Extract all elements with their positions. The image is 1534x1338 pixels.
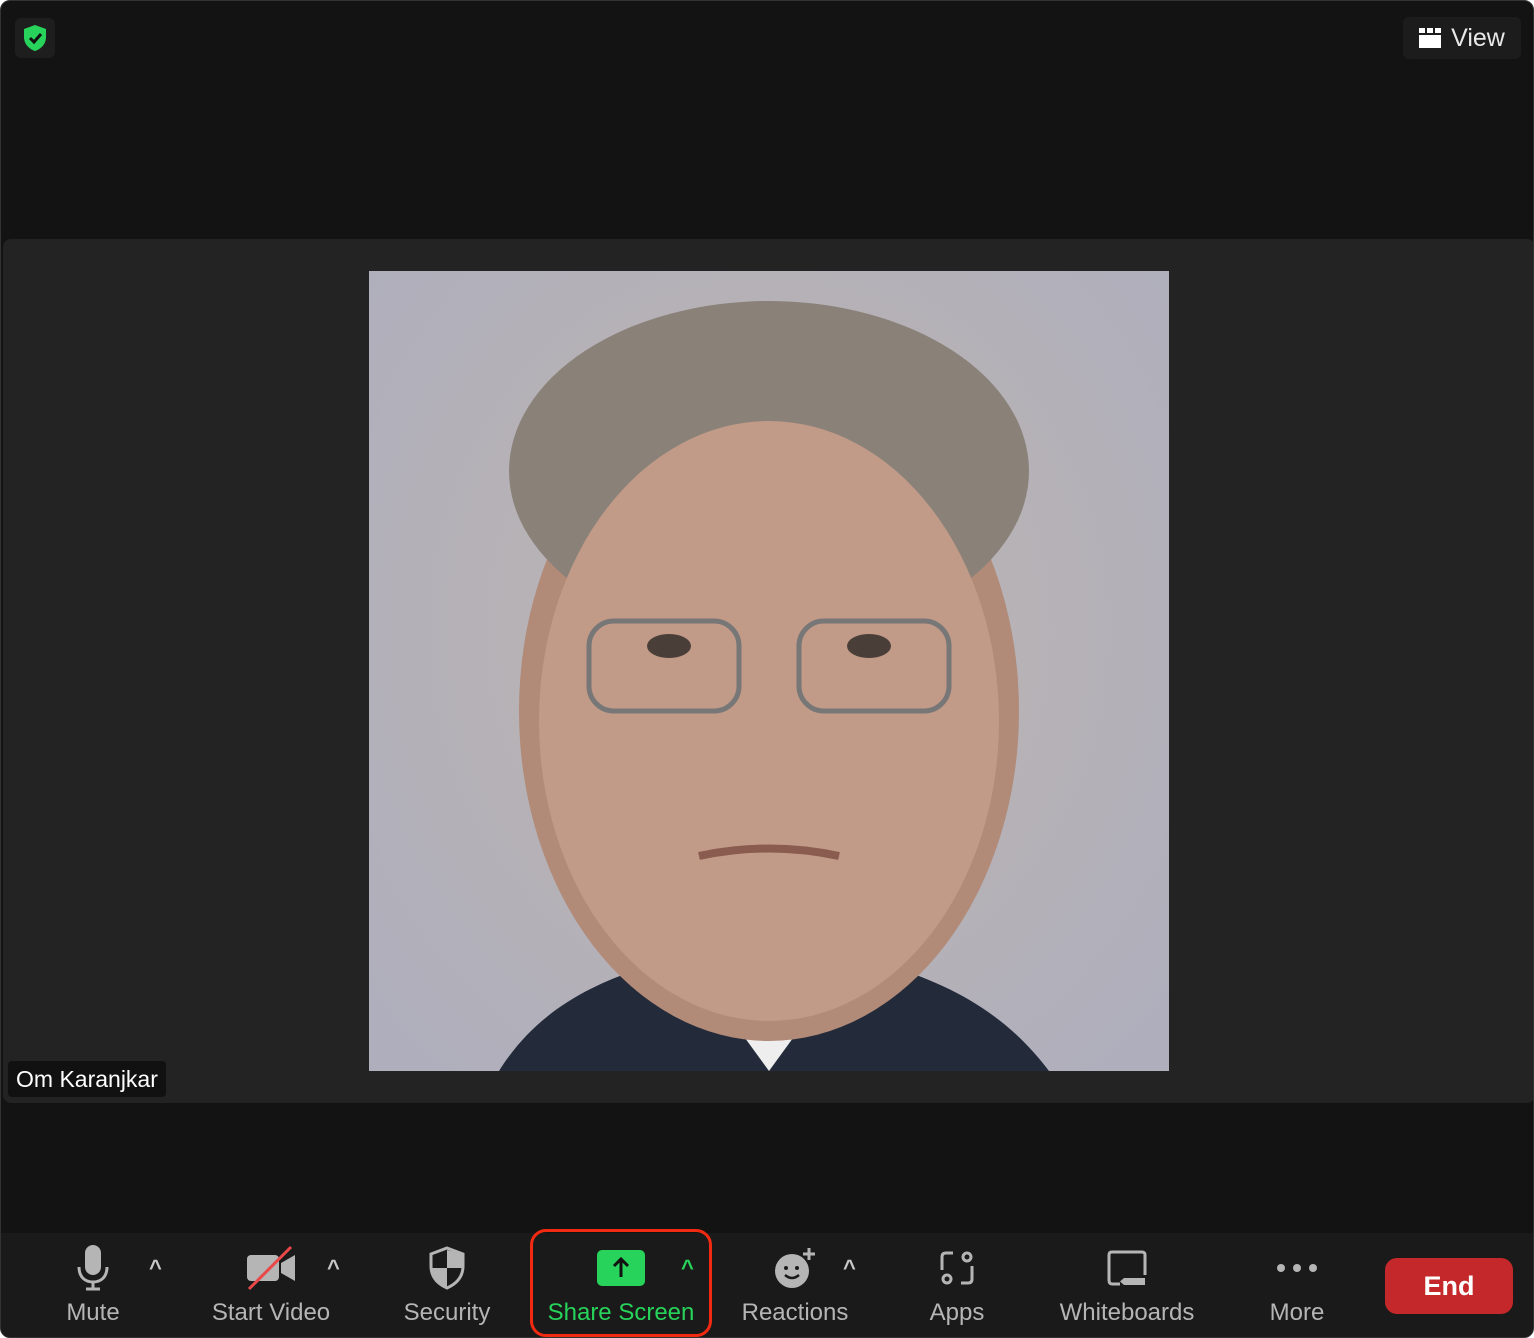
reactions-button[interactable]: Reactions — [735, 1233, 855, 1337]
security-button[interactable]: Security — [393, 1233, 501, 1337]
participant-video[interactable] — [369, 271, 1169, 1071]
view-label: View — [1451, 23, 1505, 52]
more-label: More — [1269, 1299, 1325, 1326]
whiteboards-label: Whiteboards — [1059, 1299, 1195, 1326]
security-shield-icon — [429, 1246, 465, 1290]
video-options-caret[interactable]: ^ — [327, 1255, 340, 1281]
participant-name-tag: Om Karanjkar — [8, 1061, 166, 1097]
start-video-button[interactable]: Start Video — [201, 1233, 341, 1337]
video-stage: Om Karanjkar — [3, 239, 1533, 1103]
reactions-label: Reactions — [741, 1299, 849, 1326]
mute-button[interactable]: Mute — [53, 1233, 133, 1337]
mute-label: Mute — [66, 1299, 120, 1326]
audio-options-caret[interactable]: ^ — [149, 1255, 162, 1281]
reactions-options-caret[interactable]: ^ — [843, 1255, 856, 1281]
view-button[interactable]: View — [1403, 17, 1521, 59]
whiteboards-button[interactable]: Whiteboards — [1047, 1233, 1207, 1337]
end-meeting-button[interactable]: End — [1385, 1258, 1513, 1314]
video-off-icon — [247, 1245, 295, 1291]
more-dots-icon — [1277, 1264, 1317, 1272]
apps-button[interactable]: Apps — [917, 1233, 997, 1337]
reaction-smiley-icon — [775, 1248, 815, 1288]
microphone-icon — [77, 1245, 109, 1291]
start-video-label: Start Video — [211, 1299, 331, 1326]
apps-label: Apps — [929, 1299, 985, 1326]
whiteboard-icon — [1107, 1250, 1147, 1286]
more-button[interactable]: More — [1257, 1233, 1337, 1337]
grid-view-icon — [1419, 28, 1442, 48]
share-screen-highlight — [530, 1229, 712, 1337]
encryption-shield-icon[interactable] — [15, 18, 55, 58]
meeting-toolbar: Mute ^ Start Video ^ Security Share Scre… — [1, 1233, 1533, 1337]
zoom-meeting-window: View Om Karanjkar Mute ^ Start Video ^ S… — [0, 0, 1534, 1338]
apps-icon — [940, 1251, 974, 1285]
security-label: Security — [403, 1299, 491, 1326]
